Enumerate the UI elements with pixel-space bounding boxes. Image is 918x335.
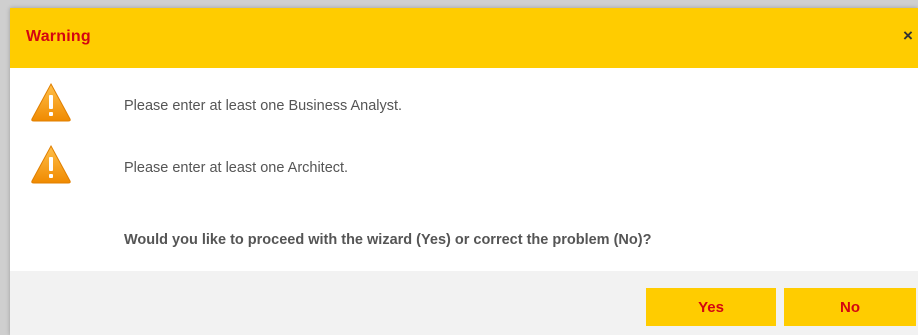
- yes-button[interactable]: Yes: [646, 288, 776, 326]
- message-row: Please enter at least one Architect.: [10, 144, 918, 194]
- warning-icon: [30, 144, 72, 184]
- dialog-titlebar: Warning ×: [10, 8, 918, 68]
- dialog-title: Warning: [26, 28, 91, 45]
- message-text: Please enter at least one Architect.: [124, 160, 349, 176]
- warning-dialog: Warning × Please enter at least one Busi…: [10, 8, 918, 335]
- close-icon[interactable]: ×: [900, 26, 916, 46]
- message-row: Please enter at least one Business Analy…: [10, 82, 918, 132]
- dialog-footer: Yes No: [10, 271, 918, 335]
- no-button[interactable]: No: [784, 288, 916, 326]
- confirmation-question: Would you like to proceed with the wizar…: [124, 232, 652, 248]
- warning-icon: [30, 82, 72, 122]
- message-text: Please enter at least one Business Analy…: [124, 98, 403, 114]
